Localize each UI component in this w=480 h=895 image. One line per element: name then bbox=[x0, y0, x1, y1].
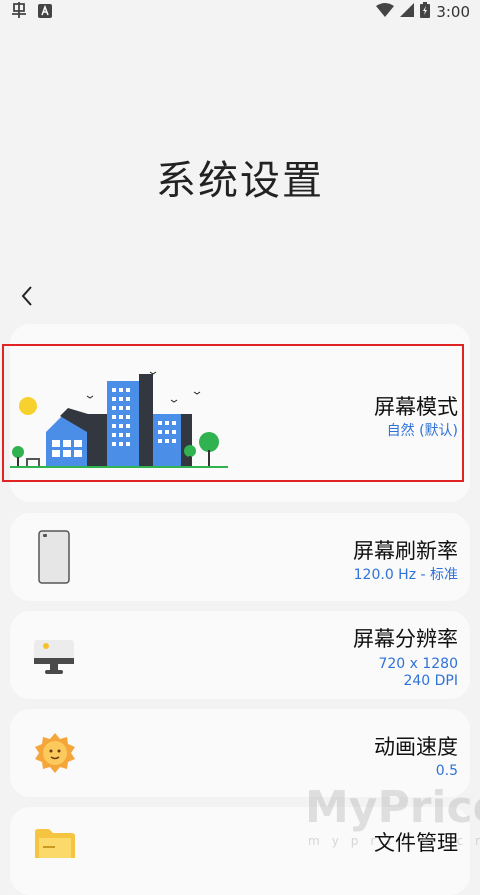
sun-icon bbox=[34, 732, 76, 778]
setting-title-animation-speed: 动画速度 bbox=[374, 735, 458, 759]
wifi-icon bbox=[376, 3, 395, 21]
phone-icon bbox=[38, 530, 72, 590]
status-time: 3:00 bbox=[436, 3, 470, 21]
monitor-icon bbox=[33, 638, 77, 682]
setting-value-animation-speed: 0.5 bbox=[435, 763, 458, 779]
setting-value-refresh-rate: 120.0 Hz - 标准 bbox=[353, 567, 458, 583]
setting-title-refresh-rate: 屏幕刷新率 bbox=[353, 539, 458, 563]
setting-value-screen-mode: 自然 (默认) bbox=[386, 423, 458, 439]
text-notification-icon bbox=[38, 3, 52, 22]
battery-icon bbox=[420, 2, 431, 22]
setting-title-resolution: 屏幕分辨率 bbox=[353, 627, 458, 651]
chevron-left-icon bbox=[21, 286, 32, 306]
setting-title-screen-mode: 屏幕模式 bbox=[374, 395, 458, 419]
app-notification-icon bbox=[10, 2, 28, 22]
city-illustration-icon bbox=[10, 366, 232, 474]
setting-value-dpi: 240 DPI bbox=[403, 673, 458, 689]
signal-icon bbox=[400, 3, 415, 21]
watermark: MyPrice bbox=[305, 782, 480, 833]
folder-icon bbox=[34, 828, 76, 862]
setting-value-resolution: 720 x 1280 bbox=[378, 656, 458, 672]
status-bar: 3:00 bbox=[0, 0, 480, 24]
watermark-url: myprice.cn bbox=[308, 834, 480, 848]
back-button[interactable] bbox=[14, 282, 40, 310]
page-title: 系统设置 bbox=[156, 158, 324, 204]
